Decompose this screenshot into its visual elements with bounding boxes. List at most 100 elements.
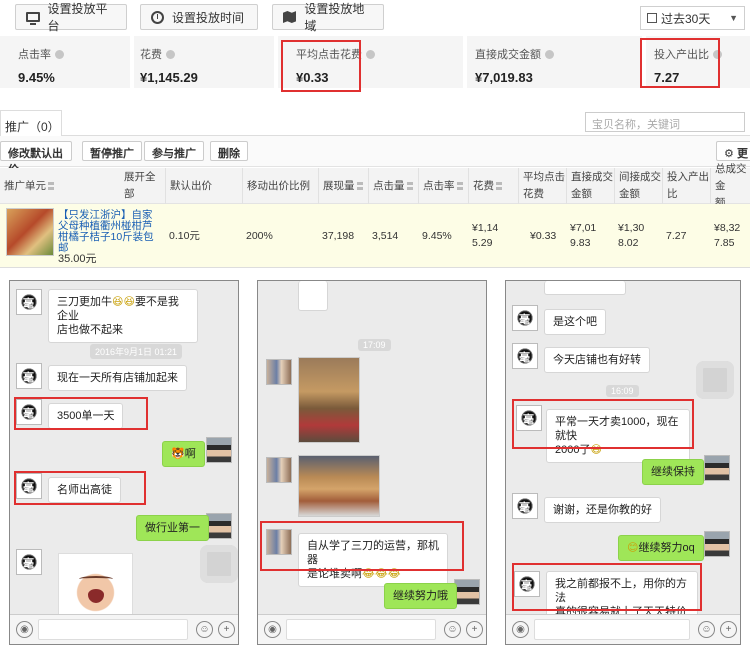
- set-region-button[interactable]: 设置投放地域: [272, 2, 384, 33]
- floating-button[interactable]: [696, 361, 734, 399]
- col-ctr[interactable]: 点击率: [418, 168, 468, 204]
- col-impressions[interactable]: 展现量: [318, 168, 368, 204]
- smile-icon[interactable]: ☺: [698, 621, 715, 638]
- cell-default-bid[interactable]: 0.10元: [165, 204, 200, 267]
- photo-image[interactable]: [298, 455, 380, 517]
- help-icon[interactable]: [545, 49, 554, 59]
- message-bubble[interactable]: 继续努力哦: [384, 583, 457, 609]
- message-bubble-partial[interactable]: [544, 281, 626, 295]
- message-bubble[interactable]: 今天店铺也有好转: [544, 347, 650, 373]
- photo-image[interactable]: [298, 357, 360, 443]
- col-label: 金额: [619, 188, 640, 200]
- stat-value: ¥7,019.83: [475, 70, 533, 85]
- message-text: 继续努力oq: [638, 542, 695, 554]
- message-bubble[interactable]: 😊继续努力oq: [618, 535, 704, 561]
- product-title-link[interactable]: 【只发江浙沪】自家父母种植衢州椪柑芦柑橘子桔子10斤装包邮: [58, 210, 158, 254]
- modify-bid-button[interactable]: 修改默认出价: [0, 141, 72, 176]
- col-label: 展现量: [323, 179, 355, 192]
- help-icon[interactable]: [366, 49, 375, 59]
- emoji-icon: 🐯: [171, 448, 185, 460]
- period-select[interactable]: 过去30天 ▼: [640, 6, 745, 30]
- tab-row: 推广（0） 宝贝名称，关键词: [0, 106, 750, 137]
- chat-panel-3: 是这个吧 今天店铺也有好转 16:09 平常一天才卖1000，现在就快 2000…: [505, 280, 741, 645]
- avatar[interactable]: [16, 549, 42, 575]
- stats-bar: 点击率 9.45% 花费 ¥1,145.29 平均点击花费 ¥0.33 直接成交…: [0, 36, 750, 88]
- col-mobile-ratio[interactable]: 移动出价比例: [242, 168, 318, 204]
- message-input[interactable]: [534, 619, 690, 640]
- col-unit[interactable]: 推广单元: [0, 168, 120, 204]
- expand-all-link[interactable]: 展开全部: [120, 168, 165, 204]
- message-bubble[interactable]: 继续保持: [642, 459, 704, 485]
- col-cost[interactable]: 花费: [468, 168, 518, 204]
- highlight-box: [260, 521, 464, 571]
- voice-icon[interactable]: ◉: [16, 621, 33, 638]
- plus-icon[interactable]: +: [466, 621, 483, 638]
- pause-button[interactable]: 暂停推广: [82, 141, 142, 161]
- set-time-button[interactable]: 设置投放时间: [140, 4, 258, 30]
- sort-icon: [48, 182, 54, 190]
- col-total-sales[interactable]: 总成交金额: [710, 163, 750, 209]
- avatar[interactable]: [266, 359, 292, 385]
- col-indirect-sales[interactable]: 间接成交 金额: [614, 168, 662, 204]
- cell-text: 7.85: [714, 237, 735, 249]
- product-price: 35.00元: [58, 253, 97, 265]
- delete-button[interactable]: 删除: [210, 141, 248, 161]
- avatar[interactable]: [704, 531, 730, 557]
- col-direct-sales[interactable]: 直接成交 金额: [566, 168, 614, 204]
- voice-icon[interactable]: ◉: [264, 621, 281, 638]
- avatar[interactable]: [512, 493, 538, 519]
- message-input[interactable]: [286, 619, 436, 640]
- smile-icon[interactable]: ☺: [444, 621, 461, 638]
- message-bubble[interactable]: 现在一天所有店铺加起来: [48, 365, 187, 391]
- avatar[interactable]: [512, 305, 538, 331]
- avatar[interactable]: [206, 513, 232, 539]
- settings-button[interactable]: ⚙ 更: [716, 141, 750, 161]
- floating-button[interactable]: [200, 545, 238, 583]
- monitor-icon: [26, 12, 40, 25]
- cell-text: 9.83: [570, 237, 591, 249]
- set-platform-button[interactable]: 设置投放平台: [15, 2, 127, 33]
- plus-icon[interactable]: +: [720, 621, 737, 638]
- cell-mobile-ratio[interactable]: 200%: [242, 204, 273, 267]
- message-input[interactable]: [38, 619, 188, 640]
- avatar[interactable]: [704, 455, 730, 481]
- col-clicks[interactable]: 点击量: [368, 168, 418, 204]
- search-input[interactable]: 宝贝名称，关键词: [585, 112, 745, 132]
- help-icon[interactable]: [166, 49, 175, 59]
- chat-input-bar: ◉ ☺ +: [10, 614, 238, 644]
- col-avg-cpc[interactable]: 平均点击 花费: [518, 168, 566, 204]
- avatar[interactable]: [206, 437, 232, 463]
- stat-value: ¥1,145.29: [140, 70, 198, 85]
- avatar[interactable]: [266, 457, 292, 483]
- timestamp: 16:09: [606, 385, 639, 397]
- stat-ctr: 点击率 9.45%: [0, 36, 130, 88]
- col-default-bid[interactable]: 默认出价: [165, 168, 242, 204]
- period-label: 过去30天: [661, 11, 711, 26]
- message-bubble[interactable]: 做行业第一: [136, 515, 209, 541]
- product-thumbnail[interactable]: [6, 208, 54, 256]
- col-label: 金额: [571, 188, 592, 200]
- smile-icon[interactable]: ☺: [196, 621, 213, 638]
- message-bubble-partial[interactable]: [298, 281, 328, 311]
- avatar[interactable]: [16, 363, 42, 389]
- avatar[interactable]: [16, 289, 42, 315]
- avatar[interactable]: [512, 343, 538, 369]
- voice-icon[interactable]: ◉: [512, 621, 529, 638]
- plus-icon[interactable]: +: [218, 621, 235, 638]
- tab-promotion[interactable]: 推广（0）: [0, 110, 62, 137]
- sort-icon: [356, 182, 363, 190]
- col-label: 花费: [523, 188, 544, 200]
- emoji-icon: 😊: [627, 542, 639, 554]
- message-bubble[interactable]: 是这个吧: [544, 309, 606, 335]
- col-roi[interactable]: 投入产出比: [662, 168, 710, 204]
- message-bubble[interactable]: 三刀更加牛😆😆要不是我企业 店也做不起来: [48, 289, 198, 343]
- avatar[interactable]: [454, 579, 480, 605]
- timestamp: 17:09: [358, 339, 391, 351]
- message-bubble[interactable]: 谢谢，还是你教的好: [544, 497, 661, 523]
- sort-icon: [456, 182, 463, 190]
- col-label: 点击量: [373, 179, 405, 192]
- help-icon[interactable]: [55, 49, 64, 59]
- table-row[interactable]: 【只发江浙沪】自家父母种植衢州椪柑芦柑橘子桔子10斤装包邮 35.00元 0.1…: [0, 204, 750, 267]
- message-bubble[interactable]: 🐯啊: [162, 441, 205, 467]
- join-button[interactable]: 参与推广: [144, 141, 204, 161]
